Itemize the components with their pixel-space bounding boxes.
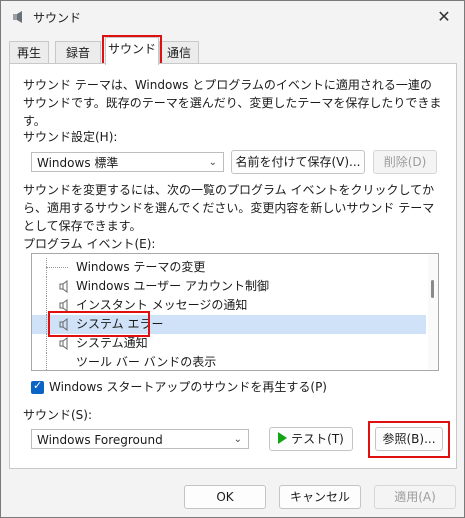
- tree-line: [46, 296, 47, 315]
- ok-button[interactable]: OK: [184, 485, 266, 509]
- chevron-down-icon: ⌄: [208, 157, 217, 168]
- list-item-selected[interactable]: システム エラー: [32, 315, 426, 334]
- sound-value: Windows Foreground: [37, 433, 163, 447]
- sound-icon: [13, 11, 22, 23]
- events-label: プログラム イベント(E):: [23, 237, 156, 251]
- list-item[interactable]: Windows テーマの変更: [32, 258, 426, 277]
- chevron-down-icon: ⌄: [233, 434, 242, 445]
- tree-line: [46, 315, 47, 334]
- list-item[interactable]: ツール バー バンドの表示: [32, 353, 426, 370]
- tab-playback[interactable]: 再生: [9, 41, 49, 64]
- apply-button[interactable]: 適用(A): [374, 485, 456, 509]
- list-item[interactable]: Windows ユーザー アカウント制御: [32, 277, 426, 296]
- speaker-icon: [59, 280, 68, 293]
- tree-line: [46, 353, 47, 370]
- scrollbar[interactable]: [428, 254, 438, 370]
- test-button[interactable]: テスト(T): [269, 427, 353, 451]
- speaker-icon: [59, 318, 68, 331]
- tab-communications[interactable]: 通信: [159, 41, 199, 64]
- title-bar: サウンド ✕: [1, 1, 464, 33]
- tree-line: [46, 267, 68, 268]
- events-list[interactable]: Windows テーマの変更 Windows ユーザー アカウント制御 インスタ…: [31, 253, 439, 371]
- tree-line: [46, 277, 47, 296]
- close-icon[interactable]: ✕: [432, 5, 456, 29]
- sound-select[interactable]: Windows Foreground ⌄: [31, 429, 249, 449]
- tree-line: [46, 334, 47, 353]
- speaker-icon: [59, 337, 68, 350]
- scheme-label: サウンド設定(H):: [23, 130, 118, 144]
- change-instructions: サウンドを変更するには、次の一覧のプログラム イベントをクリックしてから、適用す…: [23, 183, 435, 233]
- tab-sounds[interactable]: サウンド: [105, 37, 159, 65]
- scrollbar-thumb[interactable]: [431, 280, 434, 298]
- browse-button[interactable]: 参照(B)...: [375, 427, 443, 451]
- play-icon: [278, 432, 288, 444]
- window-title: サウンド: [33, 11, 82, 25]
- scheme-select[interactable]: Windows 標準 ⌄: [31, 152, 224, 172]
- list-item[interactable]: インスタント メッセージの通知: [32, 296, 426, 315]
- scheme-value: Windows 標準: [37, 156, 119, 170]
- check-icon: ✓: [33, 379, 43, 392]
- startup-checkbox-label: Windows スタートアップのサウンドを再生する(P): [49, 380, 327, 394]
- speaker-icon: [59, 299, 68, 312]
- startup-checkbox[interactable]: ✓: [31, 379, 44, 394]
- list-item[interactable]: システム通知: [32, 334, 426, 353]
- sound-dialog: サウンド ✕ 再生 録音 サウンド 通信 サウンド テーマは、Windows と…: [0, 0, 465, 518]
- save-as-button[interactable]: 名前を付けて保存(V)...: [231, 150, 365, 174]
- cancel-button[interactable]: キャンセル: [279, 485, 361, 509]
- tab-recording[interactable]: 録音: [55, 41, 101, 64]
- delete-button[interactable]: 削除(D): [373, 150, 437, 174]
- theme-description: サウンド テーマは、Windows とプログラムのイベントに適用される一連のサウ…: [23, 78, 442, 128]
- sound-label: サウンド(S):: [23, 408, 93, 422]
